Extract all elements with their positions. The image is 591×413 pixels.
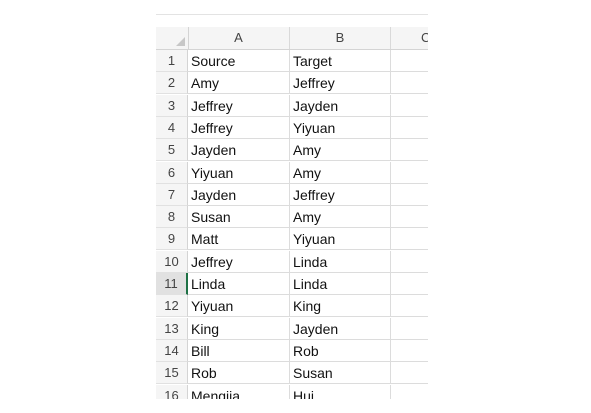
cell-a[interactable]: Jeffrey: [188, 95, 290, 117]
cell-b[interactable]: Yiyuan: [290, 228, 391, 250]
row-header[interactable]: 8: [156, 206, 188, 228]
row-header[interactable]: 4: [156, 117, 188, 139]
cell-b[interactable]: Rob: [290, 340, 391, 362]
cell-b[interactable]: Jayden: [290, 318, 391, 340]
select-all-corner[interactable]: [156, 27, 189, 49]
spreadsheet-grid: A B C 1SourceTarget2AmyJeffrey3JeffreyJa…: [156, 14, 428, 399]
cell-a[interactable]: Rob: [188, 362, 290, 384]
row-header[interactable]: 2: [156, 72, 188, 94]
cell-b[interactable]: Linda: [290, 251, 391, 273]
cell-a[interactable]: King: [188, 318, 290, 340]
cell-c[interactable]: [391, 228, 428, 250]
cell-c[interactable]: [391, 117, 428, 139]
column-header-row: A B C: [156, 27, 428, 50]
cell-a[interactable]: Bill: [188, 340, 290, 362]
cell-c[interactable]: [391, 72, 428, 94]
cell-a[interactable]: Jeffrey: [188, 251, 290, 273]
cell-b[interactable]: Hui: [290, 385, 391, 399]
cell-a[interactable]: Mengjia: [188, 385, 290, 399]
cell-a[interactable]: Susan: [188, 206, 290, 228]
cell-b[interactable]: Jayden: [290, 95, 391, 117]
row-header[interactable]: 3: [156, 95, 188, 117]
row-header[interactable]: 15: [156, 362, 188, 384]
row-header[interactable]: 16: [156, 385, 188, 399]
row-header[interactable]: 11: [156, 273, 188, 295]
cell-c[interactable]: [391, 340, 428, 362]
cell-a[interactable]: Matt: [188, 228, 290, 250]
row-header[interactable]: 5: [156, 139, 188, 161]
cell-c[interactable]: [391, 362, 428, 384]
cell-c[interactable]: [391, 273, 428, 295]
cell-b[interactable]: Target: [290, 50, 391, 72]
row-header[interactable]: 14: [156, 340, 188, 362]
cell-c[interactable]: [391, 162, 428, 184]
cell-a[interactable]: Amy: [188, 72, 290, 94]
column-header-b[interactable]: B: [290, 27, 391, 49]
column-header-a[interactable]: A: [188, 27, 290, 49]
cell-b[interactable]: Amy: [290, 162, 391, 184]
row-header[interactable]: 9: [156, 228, 188, 250]
cell-a[interactable]: Jeffrey: [188, 117, 290, 139]
cell-c[interactable]: [391, 295, 428, 317]
row-header[interactable]: 10: [156, 251, 188, 273]
cell-c[interactable]: [391, 318, 428, 340]
row-header[interactable]: 1: [156, 50, 188, 72]
cell-c[interactable]: [391, 50, 428, 72]
cell-c[interactable]: [391, 385, 428, 399]
select-all-triangle-icon: [176, 37, 185, 46]
cell-c[interactable]: [391, 251, 428, 273]
cell-b[interactable]: Amy: [290, 139, 391, 161]
column-header-c[interactable]: C: [391, 27, 428, 49]
cell-a[interactable]: Jayden: [188, 184, 290, 206]
cell-a[interactable]: Yiyuan: [188, 295, 290, 317]
cell-b[interactable]: Jeffrey: [290, 72, 391, 94]
cell-a[interactable]: Jayden: [188, 139, 290, 161]
row-header[interactable]: 12: [156, 295, 188, 317]
cell-a[interactable]: Yiyuan: [188, 162, 290, 184]
cell-b[interactable]: Amy: [290, 206, 391, 228]
cell-c[interactable]: [391, 139, 428, 161]
cell-b[interactable]: Susan: [290, 362, 391, 384]
cell-a[interactable]: Linda: [188, 273, 290, 295]
cell-c[interactable]: [391, 184, 428, 206]
row-header[interactable]: 7: [156, 184, 188, 206]
row-header[interactable]: 13: [156, 318, 188, 340]
row-header[interactable]: 6: [156, 162, 188, 184]
cell-b[interactable]: King: [290, 295, 391, 317]
cell-c[interactable]: [391, 206, 428, 228]
cell-b[interactable]: Linda: [290, 273, 391, 295]
cell-b[interactable]: Yiyuan: [290, 117, 391, 139]
cell-b[interactable]: Jeffrey: [290, 184, 391, 206]
cell-c[interactable]: [391, 95, 428, 117]
cell-a[interactable]: Source: [188, 50, 290, 72]
